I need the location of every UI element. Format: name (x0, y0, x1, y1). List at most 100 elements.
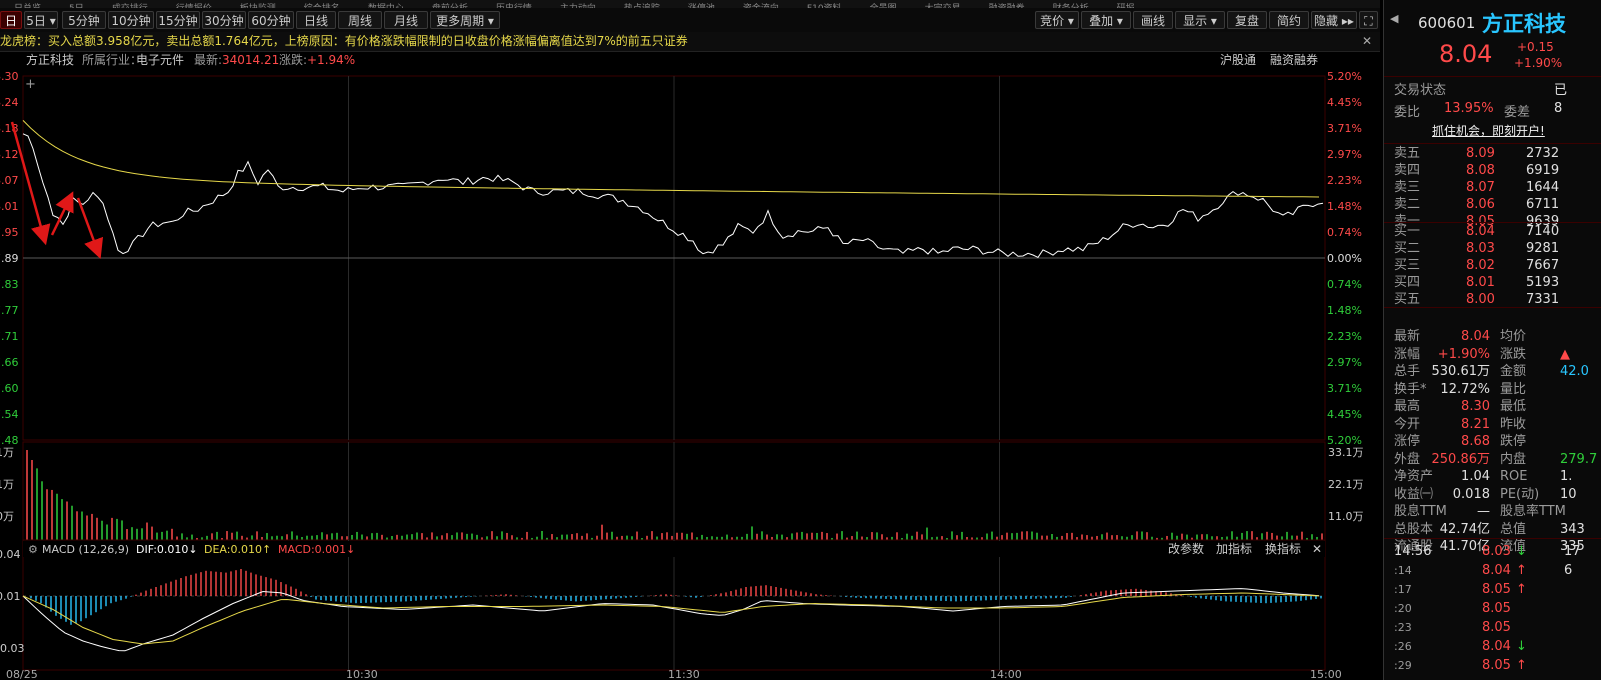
stat-value: 8.68 (1461, 434, 1490, 449)
level-price: 8.01 (1466, 275, 1495, 290)
order-book-row: 买一 8.04 7140 (1384, 223, 1601, 240)
stat-label: ROE (1500, 469, 1528, 484)
level-volume: 1644 (1526, 180, 1560, 195)
period-button-day[interactable]: 日 (0, 11, 22, 29)
tick-arrow: ↑ (1516, 563, 1527, 578)
period-button-5min[interactable]: 5分钟 (62, 11, 106, 29)
stat-row: 最新 8.04 均价 (1384, 328, 1601, 345)
change-params-button[interactable]: 改参数 (1168, 541, 1204, 556)
period-button-15min[interactable]: 15分钟 (156, 11, 200, 29)
price-tick-label: 7.83 (0, 278, 19, 291)
stat-label: 收益㈠ (1394, 486, 1434, 502)
period-button-10min[interactable]: 10分钟 (108, 11, 154, 29)
level-price: 8.00 (1466, 292, 1495, 307)
macd-tick-label: 0.04 (0, 548, 21, 561)
tick-row: :20 8.05 (1384, 600, 1601, 617)
tick-volume: 17 (1564, 544, 1581, 559)
price-tick-label: 7.54 (0, 408, 19, 421)
tick-time: :23 (1394, 621, 1412, 634)
stat-row: 股息TTM — 股息率TTM (1384, 503, 1601, 520)
price-change-pct: +1.90% (1514, 56, 1563, 70)
stat-value: 8.04 (1461, 329, 1490, 344)
pct-tick-label: 2.97% (1327, 148, 1362, 161)
hk-connect-link[interactable]: 沪股通 (1220, 51, 1256, 70)
more-periods-dropdown[interactable]: 更多周期 ▾ (430, 11, 500, 29)
macd-tick-label: 0.01 (0, 590, 21, 603)
pct-tick-label: 1.48% (1327, 200, 1362, 213)
pct-tick-label: 3.71% (1327, 382, 1362, 395)
pct-tick-label: 4.45% (1327, 408, 1362, 421)
switch-indicator-button[interactable]: 换指标 (1265, 541, 1301, 556)
period-button-30min[interactable]: 30分钟 (202, 11, 246, 29)
level-label: 买一 (1394, 224, 1421, 239)
simple-mode-button[interactable]: 简约 (1269, 11, 1309, 29)
order-ratio: 13.95% (1444, 101, 1494, 116)
order-ratio-label: 委比 (1394, 105, 1421, 120)
industry-link[interactable]: 电子元件 (136, 51, 184, 70)
level-volume: 9281 (1526, 241, 1560, 256)
level-volume: 7331 (1526, 292, 1560, 307)
change-label: 涨跌: (279, 53, 308, 67)
price-tick-label: 8.12 (0, 148, 19, 161)
level-price: 8.06 (1466, 197, 1495, 212)
stat-label: 股息TTM (1394, 504, 1447, 519)
pct-tick-label: 3.71% (1327, 122, 1362, 135)
stat-value: 42.0 (1560, 364, 1589, 379)
period-button-5day[interactable]: 5日 ▾ (24, 11, 58, 29)
pct-tick-label: 0.00% (1327, 252, 1362, 265)
level-volume: 7140 (1526, 224, 1560, 239)
hide-button[interactable]: 隐藏 ▸▸ (1311, 11, 1357, 29)
stat-label: 总值 (1500, 521, 1527, 537)
pct-tick-label: 2.97% (1327, 356, 1362, 369)
period-button-weekly[interactable]: 周线 (338, 11, 382, 29)
overlay-dropdown[interactable]: 叠加 ▾ (1081, 11, 1131, 29)
current-price: 8.04 (1439, 40, 1493, 68)
macd-settings-icon[interactable]: ⚙ (28, 543, 38, 556)
panel-collapse-icon[interactable]: ◀ (1390, 12, 1398, 25)
stat-label: 均价 (1500, 329, 1527, 344)
stat-row: 涨停 8.68 跌停 (1384, 433, 1601, 450)
auction-dropdown[interactable]: 竞价 ▾ (1035, 11, 1079, 29)
volume-tick-label: 33.1万 (1328, 446, 1364, 459)
stat-value: 42.74亿 (1439, 521, 1490, 537)
level-label: 买五 (1394, 292, 1421, 307)
stat-value: 530.61万 (1431, 364, 1491, 379)
volume-tick-label: 1万 (0, 478, 14, 491)
add-indicator-button[interactable]: 加指标 (1216, 541, 1252, 556)
notice-close-icon[interactable]: ✕ (1362, 32, 1372, 51)
level-price: 8.04 (1466, 224, 1495, 239)
stat-label: 净资产 (1394, 469, 1434, 484)
order-diff-label: 委差 (1504, 105, 1531, 120)
annotation-arrow (76, 197, 104, 260)
period-button-daily[interactable]: 日线 (296, 11, 336, 29)
margin-trading-link[interactable]: 融资融券 (1270, 51, 1318, 70)
average-price-line (22, 120, 1320, 198)
stat-label: 涨跌 (1500, 346, 1527, 362)
period-button-60min[interactable]: 60分钟 (248, 11, 294, 29)
stat-value: 8.30 (1461, 399, 1490, 414)
display-dropdown[interactable]: 显示 ▾ (1175, 11, 1225, 29)
stat-value: 12.72% (1440, 381, 1490, 397)
quote-panel: ◀ 600601 方正科技 8.04 +0.15 +1.90% 交易状态 已 委… (1383, 0, 1601, 680)
replay-button[interactable]: 复盘 (1227, 11, 1267, 29)
level-volume: 6919 (1526, 163, 1560, 178)
draw-line-button[interactable]: 画线 (1133, 11, 1173, 29)
stat-row: 总股本 42.74亿 总值 343 (1384, 521, 1601, 538)
intraday-chart[interactable]: 8.305.20%8.244.45%8.183.71%8.122.97%8.07… (0, 70, 1380, 680)
open-account-banner[interactable]: 抓住机会，即刻开户! (1432, 122, 1545, 139)
tick-time: :26 (1394, 640, 1412, 653)
stat-row: 净资产 1.04 ROE 1. (1384, 468, 1601, 485)
fullscreen-icon[interactable]: ⛶ (1359, 11, 1378, 29)
close-indicator-icon[interactable]: ✕ (1312, 542, 1322, 556)
level-price: 8.07 (1466, 180, 1495, 195)
level-volume: 2732 (1526, 146, 1560, 161)
stat-label: 昨收 (1500, 416, 1527, 432)
pct-tick-label: 5.20% (1327, 70, 1362, 83)
period-button-monthly[interactable]: 月线 (384, 11, 428, 29)
time-axis-label: 08/25 (6, 668, 38, 680)
tick-price: 8.05 (1482, 620, 1511, 635)
level-label: 卖三 (1394, 180, 1421, 195)
industry-label: 所属行业： (82, 53, 143, 67)
tick-price: 8.05 (1482, 601, 1511, 616)
dea-value: DEA:0.010↑ (204, 543, 271, 556)
